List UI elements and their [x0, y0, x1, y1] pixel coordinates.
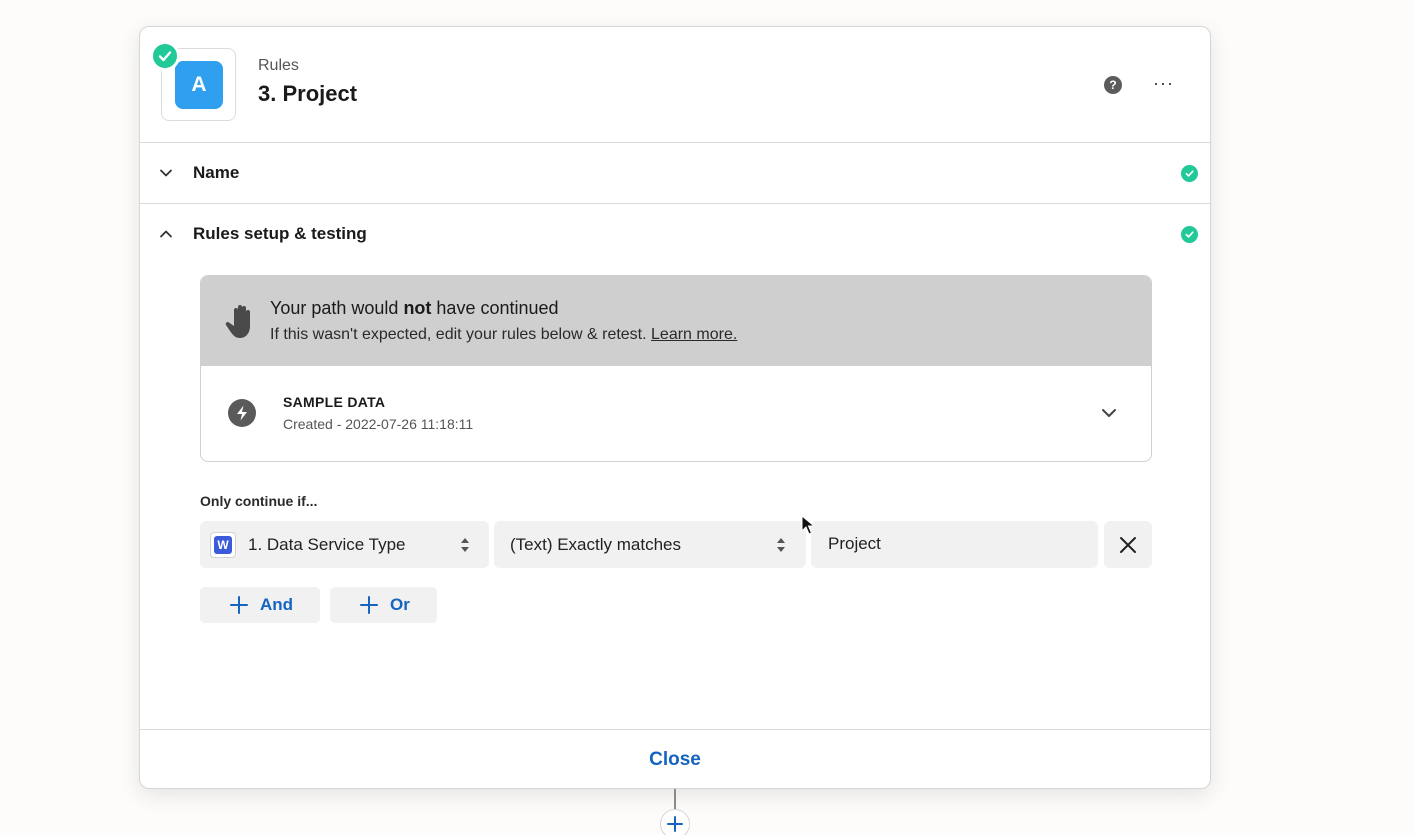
filter-value-input[interactable]: Project	[811, 521, 1098, 568]
step-header: A Rules 3. Project ? ···	[140, 27, 1210, 143]
add-and-label: And	[260, 595, 294, 614]
test-result-banner: Your path would not have continued If th…	[201, 276, 1151, 366]
step-complete-check-icon	[150, 41, 180, 71]
rules-app-icon: A	[175, 61, 223, 109]
stop-hand-icon	[225, 305, 250, 338]
step-app-name: Rules	[258, 57, 299, 74]
step-title[interactable]: 3. Project	[258, 81, 357, 107]
webflow-app-icon: W	[210, 532, 236, 558]
add-or-label: Or	[390, 595, 410, 614]
test-result-message: If this wasn't expected, edit your rules…	[270, 326, 738, 343]
help-icon[interactable]: ?	[1104, 76, 1122, 94]
section-complete-check-icon	[1181, 226, 1198, 243]
sample-data-title: SAMPLE DATA	[283, 394, 386, 410]
section-complete-check-icon	[1181, 165, 1198, 182]
more-options-icon[interactable]: ···	[1153, 73, 1174, 94]
sample-data-created: Created - 2022-07-26 11:18:11	[283, 416, 474, 432]
section-rules-setup[interactable]: Rules setup & testing	[140, 204, 1210, 265]
plus-icon	[360, 596, 378, 614]
close-icon	[1120, 536, 1136, 553]
chevron-up-icon	[160, 230, 172, 238]
remove-filter-button[interactable]	[1104, 521, 1152, 568]
rules-step-panel: A Rules 3. Project ? ··· Name Rules setu…	[139, 26, 1211, 789]
filter-condition-value: (Text) Exactly matches	[510, 535, 681, 554]
step-connector-line	[674, 789, 676, 811]
filter-field-select[interactable]: W 1. Data Service Type	[200, 521, 489, 568]
test-result-title: Your path would not have continued	[270, 298, 559, 318]
plus-icon	[230, 596, 248, 614]
section-name[interactable]: Name	[140, 143, 1210, 204]
test-result-box: Your path would not have continued If th…	[200, 275, 1152, 462]
filter-condition-select[interactable]: (Text) Exactly matches	[494, 521, 806, 568]
filter-label: Only continue if...	[200, 493, 318, 509]
chevron-down-icon	[160, 169, 172, 177]
add-or-condition-button[interactable]: Or	[330, 587, 437, 623]
select-updown-icon	[461, 538, 469, 552]
section-name-label: Name	[193, 163, 240, 182]
add-and-condition-button[interactable]: And	[200, 587, 320, 623]
filter-field-value: 1. Data Service Type	[248, 535, 406, 554]
select-updown-icon	[777, 538, 785, 552]
panel-footer: Close	[140, 729, 1210, 790]
lightning-bolt-icon	[228, 399, 256, 427]
plus-icon	[667, 816, 683, 832]
add-step-button[interactable]	[660, 809, 690, 835]
learn-more-link[interactable]: Learn more.	[651, 326, 737, 343]
chevron-down-icon[interactable]	[1099, 403, 1119, 423]
section-rules-label: Rules setup & testing	[193, 224, 367, 243]
sample-data-row[interactable]: SAMPLE DATA Created - 2022-07-26 11:18:1…	[201, 366, 1151, 461]
close-button[interactable]: Close	[140, 749, 1210, 771]
filter-value-text: Project	[828, 534, 881, 553]
mouse-cursor-icon	[801, 515, 815, 535]
